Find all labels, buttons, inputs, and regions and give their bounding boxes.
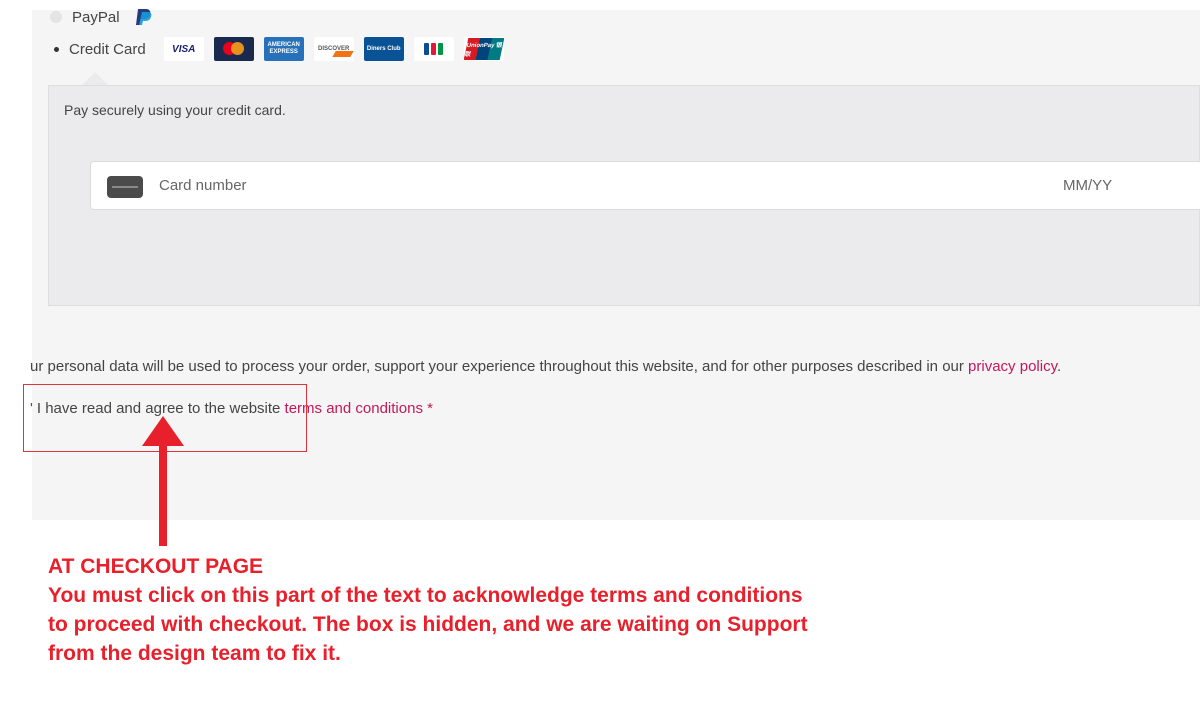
paypal-radio[interactable]: [50, 11, 62, 23]
paypal-icon: [135, 9, 151, 25]
privacy-end: .: [1056, 358, 1062, 375]
credit-card-radio[interactable]: [54, 46, 59, 52]
paypal-label[interactable]: PayPal: [72, 9, 120, 26]
card-logos: VISA AMERICAN EXPRESS DISCOVER Diners Cl…: [163, 37, 514, 61]
required-asterisk: *: [427, 400, 433, 417]
privacy-text: ur personal data will be used to process…: [30, 358, 969, 375]
discover-logo: DISCOVER: [313, 37, 354, 61]
payment-method-paypal[interactable]: PayPal: [50, 5, 154, 29]
annotation-arrow-icon: [142, 416, 184, 546]
mastercard-logo: [213, 37, 254, 61]
card-number-input[interactable]: Card number: [159, 177, 247, 194]
visa-logo: VISA: [163, 37, 204, 61]
credit-card-label[interactable]: Credit Card: [69, 41, 146, 58]
jcb-logo: [413, 37, 454, 61]
diners-club-logo: Diners Club: [363, 37, 404, 61]
card-input-field[interactable]: Card number MM/YY: [90, 161, 1200, 210]
credit-card-icon: [107, 176, 143, 198]
privacy-policy-link[interactable]: privacy policy: [968, 358, 1057, 375]
annotation-line-2: You must click on this part of the text …: [48, 584, 803, 607]
annotation-line-4: from the design team to fix it.: [48, 642, 341, 665]
payment-method-credit-card[interactable]: Credit Card VISA AMERICAN EXPRESS DISCOV…: [50, 37, 514, 61]
annotation-line-3: to proceed with checkout. The box is hid…: [48, 613, 808, 636]
cc-box-pointer: [82, 72, 108, 85]
annotation-line-1: AT CHECKOUT PAGE: [48, 555, 264, 578]
unionpay-logo: UnionPay 银联: [463, 37, 504, 61]
privacy-notice: ur personal data will be used to process…: [30, 358, 1061, 375]
credit-card-description: Pay securely using your credit card.: [64, 102, 286, 118]
expiry-input[interactable]: MM/YY: [1063, 177, 1112, 194]
annotation-text: AT CHECKOUT PAGE You must click on this …: [48, 552, 808, 668]
amex-logo: AMERICAN EXPRESS: [263, 37, 304, 61]
